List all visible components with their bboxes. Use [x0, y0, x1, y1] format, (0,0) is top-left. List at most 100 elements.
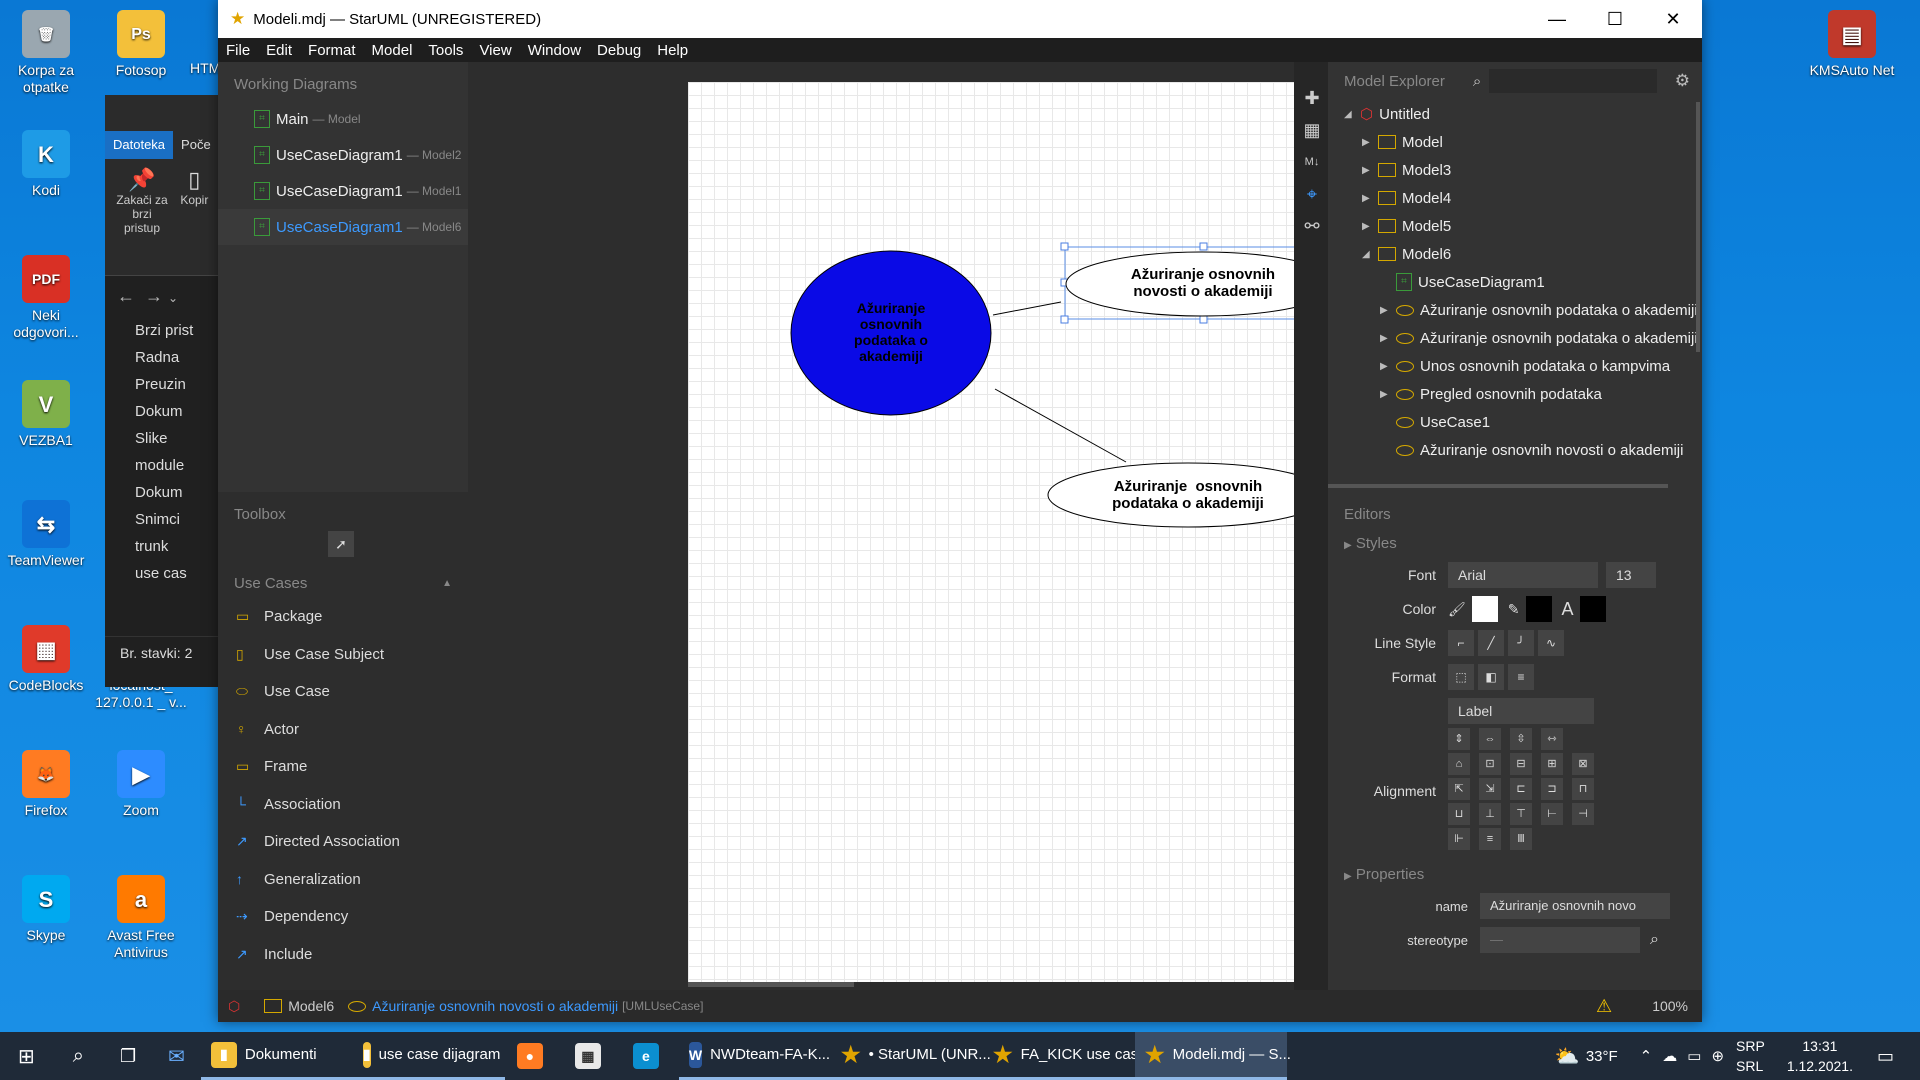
alignment-button[interactable]: ⊢ — [1541, 803, 1563, 825]
tree-item-model[interactable]: ▶ Model3 — [1328, 156, 1702, 184]
nav-pane-item[interactable]: Dokum — [105, 398, 225, 425]
toolbox-item[interactable]: ↗ Directed Association — [218, 823, 468, 861]
toolbox-item[interactable]: ↗ Include — [218, 936, 468, 974]
expand-icon[interactable]: ▶ — [1362, 165, 1378, 176]
toolbox-item[interactable]: ▭ Frame — [218, 748, 468, 786]
extensions-icon[interactable]: ✚ — [1294, 82, 1330, 114]
menu-help[interactable]: Help — [649, 42, 696, 59]
alignment-button[interactable]: ⇳ — [1510, 728, 1532, 750]
fill-color-swatch[interactable] — [1471, 596, 1498, 622]
toolbox-item[interactable]: ⇢ Dependency — [218, 898, 468, 936]
line-color-swatch[interactable] — [1525, 596, 1552, 622]
desktop-icon[interactable]: a Avast Free Antivirus — [95, 875, 187, 961]
tree-item-model[interactable]: ◢ Model6 — [1328, 240, 1702, 268]
menu-edit[interactable]: Edit — [258, 42, 300, 59]
desktop-icon[interactable]: ⇆ TeamViewer — [0, 500, 92, 569]
shadow-button[interactable]: ◧ — [1478, 664, 1504, 690]
association-line-1[interactable] — [992, 301, 1062, 316]
status-zoom[interactable]: 100% — [1652, 998, 1688, 1014]
navigate-icon[interactable]: ⌖ — [1294, 178, 1330, 210]
working-diagram-item[interactable]: ⌗ UseCaseDiagram1— Model2 — [218, 137, 468, 173]
alignment-button[interactable]: ⊩ — [1448, 828, 1470, 850]
status-model[interactable]: Model6 — [288, 998, 334, 1014]
desktop-icon[interactable]: V VEZBA1 — [0, 380, 92, 449]
alignment-button[interactable]: ⊡ — [1479, 753, 1501, 775]
status-element[interactable]: Ažuriranje osnovnih novosti o akademiji — [372, 998, 618, 1014]
expand-icon[interactable]: ▶ — [1380, 361, 1396, 372]
toolbox-item[interactable]: ▭ Package — [218, 598, 468, 636]
alignment-button[interactable]: ⇔ — [1479, 728, 1501, 750]
alignment-button[interactable]: ⊥ — [1479, 803, 1501, 825]
nav-pane-item[interactable]: use cas — [105, 560, 225, 587]
nav-pane-item[interactable]: Dokum — [105, 479, 225, 506]
taskbar-app[interactable]: ★ FA_KICK use cas... — [982, 1032, 1151, 1080]
menu-tools[interactable]: Tools — [420, 42, 471, 59]
desktop-icon[interactable]: Ps Fotosop — [95, 10, 187, 79]
battery-icon[interactable]: ▭ — [1687, 1047, 1701, 1065]
horizontal-scrollbar[interactable] — [688, 982, 854, 987]
desktop-icon[interactable]: S Skype — [0, 875, 92, 944]
expand-icon[interactable]: ▶ — [1380, 333, 1396, 344]
taskbar-app[interactable]: ● — [505, 1032, 563, 1080]
pin-button[interactable]: 📌 Zakači za brzi pristup — [113, 167, 171, 235]
tree-item-model[interactable]: ▶ Model4 — [1328, 184, 1702, 212]
gear-icon[interactable]: ⚙ — [1675, 71, 1690, 91]
back-icon[interactable]: ← — [117, 286, 135, 306]
desktop-icon[interactable]: ▦ CodeBlocks — [0, 625, 92, 694]
nav-pane-item[interactable]: Preuzin — [105, 371, 225, 398]
working-diagram-item[interactable]: ⌗ UseCaseDiagram1— Model1 — [218, 173, 468, 209]
stereotype-display-select[interactable]: Label — [1448, 698, 1594, 724]
alignment-button[interactable]: ⇕ — [1448, 728, 1470, 750]
alignment-button[interactable]: ⇲ — [1479, 778, 1501, 800]
desktop-icon[interactable]: PDF Neki odgovori... — [0, 255, 92, 341]
alignment-button[interactable]: ⊐ — [1541, 778, 1563, 800]
nav-pane-item[interactable]: Slike — [105, 425, 225, 452]
nav-pane-item[interactable]: module — [105, 452, 225, 479]
alignment-button[interactable]: ⊤ — [1510, 803, 1532, 825]
tree-hscrollbar[interactable] — [1328, 484, 1668, 488]
expand-icon[interactable]: ▶ — [1380, 389, 1396, 400]
forward-icon[interactable]: → — [145, 286, 163, 306]
layout-icon[interactable]: ▦ — [1294, 114, 1330, 146]
alignment-button[interactable]: ⊞ — [1541, 753, 1563, 775]
taskbar-app[interactable]: ★ • StarUML (UNR... — [830, 1032, 991, 1080]
tree-vscrollbar[interactable] — [1696, 102, 1700, 352]
minimize-button[interactable]: — — [1528, 9, 1586, 30]
share-icon[interactable]: ⚯ — [1294, 210, 1330, 242]
menu-view[interactable]: View — [471, 42, 519, 59]
working-diagram-item[interactable]: ⌗ UseCaseDiagram1— Model6 — [218, 209, 468, 245]
alignment-button[interactable]: ⊟ — [1510, 753, 1532, 775]
alignment-button[interactable]: ⊏ — [1510, 778, 1532, 800]
nav-pane-item[interactable]: trunk — [105, 533, 225, 560]
tree-item-element[interactable]: ▶ Ažuriranje osnovnih podataka o akademij… — [1328, 296, 1702, 324]
taskbar-app[interactable]: e — [621, 1032, 679, 1080]
alignment-button[interactable]: ⊠ — [1572, 753, 1594, 775]
tree-item-element[interactable]: ▶ Pregled osnovnih podataka — [1328, 380, 1702, 408]
menu-format[interactable]: Format — [300, 42, 364, 59]
weather-text[interactable]: 33°F — [1586, 1048, 1618, 1065]
tab-datoteka[interactable]: Datoteka — [105, 131, 174, 159]
alignment-button[interactable]: ⊔ — [1448, 803, 1470, 825]
tab-pocetna[interactable]: Poče — [173, 131, 219, 159]
line-oblique-button[interactable]: ╱ — [1478, 630, 1504, 656]
cloud-icon[interactable]: ☁ — [1662, 1047, 1677, 1065]
toolbox-item[interactable]: ♀ Actor — [218, 711, 468, 749]
tree-item-root[interactable]: ◢ ⬡ Untitled — [1328, 100, 1702, 128]
desktop-icon[interactable]: 🗑 Korpa za otpatke — [0, 10, 92, 96]
alignment-button[interactable]: ⊣ — [1572, 803, 1594, 825]
alignment-button[interactable]: ⇱ — [1448, 778, 1470, 800]
clock[interactable]: 13:31 1.12.2021. — [1787, 1036, 1853, 1076]
nav-pane-item[interactable]: Snimci — [105, 506, 225, 533]
pointer-icon[interactable]: ➚ — [328, 531, 354, 557]
toolbox-item[interactable]: ⬭ Use Case — [218, 673, 468, 711]
menu-debug[interactable]: Debug — [589, 42, 649, 59]
tree-item-element[interactable]: Ažuriranje osnovnih novosti o akademiji — [1328, 436, 1702, 464]
alignment-button[interactable]: Ⅲ — [1510, 828, 1532, 850]
desktop-icon[interactable]: 🦊 Firefox — [0, 750, 92, 819]
chevron-down-icon[interactable]: ⌄ — [168, 291, 178, 305]
copy-button[interactable]: ▯ Kopir — [174, 167, 214, 207]
menu-model[interactable]: Model — [364, 42, 421, 59]
markdown-icon[interactable]: M↓ — [1294, 146, 1330, 178]
toolbox-item[interactable]: └ Association — [218, 786, 468, 824]
expand-icon[interactable]: ▶ — [1362, 193, 1378, 204]
